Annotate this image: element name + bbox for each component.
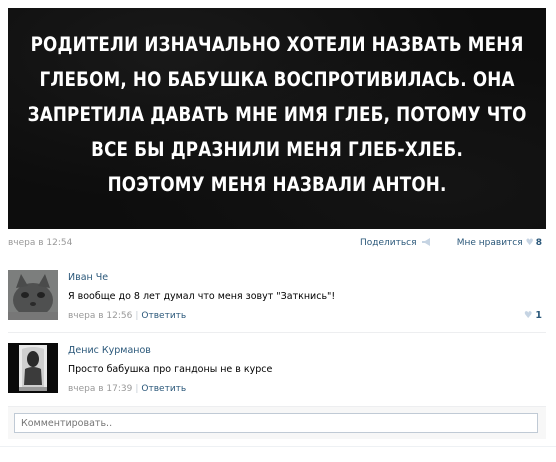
comment-like-count: 1 (535, 310, 542, 321)
avatar[interactable] (8, 343, 58, 393)
heart-icon: ♥ (524, 310, 533, 321)
comment-meta: вчера в 12:56|Ответить (68, 311, 546, 321)
separator: | (135, 311, 138, 321)
post-image-text: РОДИТЕЛИ ИЗНАЧАЛЬНО ХОТЕЛИ НАЗВАТЬ МЕНЯ … (28, 27, 527, 202)
comment-text: Я вообще до 8 лет думал что меня зовут "… (68, 291, 546, 302)
image-text-line: РОДИТЕЛИ ИЗНАЧАЛЬНО ХОТЕЛИ НАЗВАТЬ МЕНЯ (28, 27, 527, 62)
comment-item: Иван Че Я вообще до 8 лет думал что меня… (8, 260, 546, 332)
image-text-line: ГЛЕБОМ, НО БАБУШКА ВОСПРОТИВИЛАСЬ. ОНА (28, 62, 527, 97)
share-label: Поделиться (360, 238, 417, 248)
comment-author[interactable]: Денис Курманов (68, 345, 546, 356)
comment-form (8, 406, 546, 439)
megaphone-icon (422, 238, 431, 246)
post-image[interactable]: РОДИТЕЛИ ИЗНАЧАЛЬНО ХОТЕЛИ НАЗВАТЬ МЕНЯ … (8, 8, 546, 229)
separator: | (135, 384, 138, 394)
comment-text: Просто бабушка про гандоны не в курсе (68, 364, 546, 375)
heart-icon: ♥ (526, 238, 534, 248)
shroud-avatar-image (8, 343, 58, 393)
post-date[interactable]: вчера в 12:54 (8, 238, 72, 248)
like-count: 8 (536, 238, 542, 248)
like-label: Мне нравится (457, 238, 523, 248)
image-text-line: ВСЕ БЫ ДРАЗНИЛИ МЕНЯ ГЛЕБ-ХЛЕБ. (28, 132, 527, 167)
comments-list: Иван Че Я вообще до 8 лет думал что меня… (8, 260, 546, 405)
cat-avatar-image (8, 270, 58, 320)
comment-like-button[interactable]: ♥1 (524, 310, 542, 321)
post-footer: вчера в 12:54 Поделиться Мне нравится♥8 (8, 236, 546, 250)
comment-body: Иван Че Я вообще до 8 лет думал что меня… (68, 272, 546, 321)
share-button[interactable]: Поделиться (360, 238, 431, 248)
image-text-line: ПОЭТОМУ МЕНЯ НАЗВАЛИ АНТОН. (28, 167, 527, 202)
reply-button[interactable]: Ответить (141, 384, 186, 394)
divider (0, 446, 556, 447)
image-text-line: ЗАПРЕТИЛА ДАВАТЬ МНЕ ИМЯ ГЛЕБ, ПОТОМУ ЧТ… (28, 97, 527, 132)
comment-meta: вчера в 17:39|Ответить (68, 384, 546, 394)
comment-author[interactable]: Иван Че (68, 272, 546, 283)
comment-time[interactable]: вчера в 17:39 (68, 384, 132, 394)
avatar[interactable] (8, 270, 58, 320)
like-button[interactable]: Мне нравится♥8 (457, 238, 542, 248)
comment-item: Денис Курманов Просто бабушка про гандон… (8, 332, 546, 405)
comment-body: Денис Курманов Просто бабушка про гандон… (68, 345, 546, 394)
comment-time[interactable]: вчера в 12:56 (68, 311, 132, 321)
reply-button[interactable]: Ответить (141, 311, 186, 321)
comment-input[interactable] (14, 413, 538, 433)
